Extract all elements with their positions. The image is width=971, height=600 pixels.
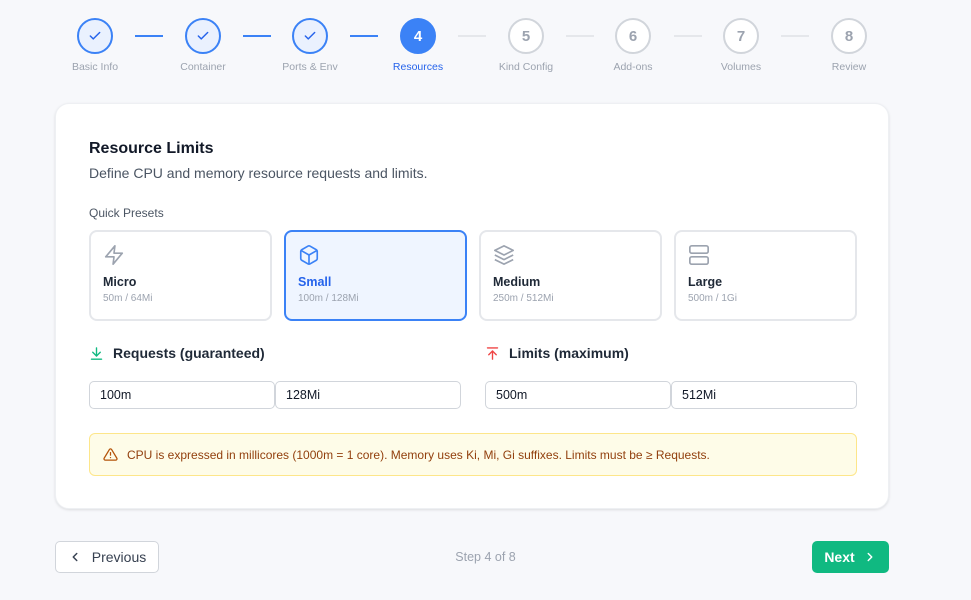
step-3-circle bbox=[292, 18, 328, 54]
preset-small[interactable]: Small 100m / 128Mi bbox=[284, 230, 467, 321]
check-icon bbox=[197, 31, 209, 40]
preset-medium[interactable]: Medium 250m / 512Mi bbox=[479, 230, 662, 321]
presets-label: Quick Presets bbox=[89, 206, 164, 220]
check-icon bbox=[89, 31, 101, 40]
limits-cpu-input[interactable] bbox=[485, 381, 671, 409]
step-add-ons[interactable]: 6 Add-ons bbox=[578, 18, 688, 73]
card-title: Resource Limits bbox=[89, 140, 214, 157]
server-icon bbox=[689, 245, 709, 265]
preset-large[interactable]: Large 500m / 1Gi bbox=[674, 230, 857, 321]
requests-heading: Requests (guaranteed) bbox=[89, 345, 265, 361]
preset-name: Medium bbox=[493, 275, 541, 289]
step-7-circle: 7 bbox=[723, 18, 759, 54]
step-8-circle: 8 bbox=[831, 18, 867, 54]
next-button[interactable]: Next bbox=[812, 541, 889, 573]
requests-heading-text: Requests (guaranteed) bbox=[113, 345, 265, 361]
preset-name: Small bbox=[298, 275, 332, 289]
step-volumes[interactable]: 7 Volumes bbox=[686, 18, 796, 73]
layers-icon bbox=[494, 245, 514, 265]
step-label: Kind Config bbox=[498, 61, 554, 73]
step-2-circle bbox=[185, 18, 221, 54]
preset-name: Large bbox=[688, 275, 723, 289]
step-label: Review bbox=[831, 61, 867, 73]
step-label: Volumes bbox=[720, 61, 762, 73]
limits-memory-input[interactable] bbox=[671, 381, 857, 409]
limits-heading: Limits (maximum) bbox=[485, 345, 629, 361]
step-resources[interactable]: 4 Resources bbox=[363, 18, 473, 73]
step-kind-config[interactable]: 5 Kind Config bbox=[471, 18, 581, 73]
requests-memory-input[interactable] bbox=[275, 381, 461, 409]
step-label: Container bbox=[180, 61, 226, 73]
requests-cpu-input[interactable] bbox=[89, 381, 275, 409]
step-label: Add-ons bbox=[613, 61, 653, 73]
limits-heading-text: Limits (maximum) bbox=[509, 345, 629, 361]
step-1-circle bbox=[77, 18, 113, 54]
step-label: Resources bbox=[392, 61, 444, 73]
step-container[interactable]: Container bbox=[148, 18, 258, 73]
wizard-stepper: Basic Info Container Ports & Env 4 Resou… bbox=[0, 0, 971, 90]
step-ports-env[interactable]: Ports & Env bbox=[255, 18, 365, 73]
next-button-label: Next bbox=[824, 549, 855, 565]
check-icon bbox=[304, 31, 316, 40]
card-subtitle: Define CPU and memory resource requests … bbox=[89, 165, 428, 181]
resource-limits-card: Resource Limits Define CPU and memory re… bbox=[55, 103, 889, 509]
step-basic-info[interactable]: Basic Info bbox=[40, 18, 150, 73]
preset-value: 500m / 1Gi bbox=[688, 293, 737, 304]
warning-notice-text: CPU is expressed in millicores (1000m = … bbox=[127, 447, 710, 462]
preset-name: Micro bbox=[103, 275, 137, 289]
step-6-circle: 6 bbox=[615, 18, 651, 54]
box-icon bbox=[299, 245, 319, 265]
chevron-right-icon bbox=[867, 552, 873, 562]
preset-value: 100m / 128Mi bbox=[298, 293, 359, 304]
warning-notice: CPU is expressed in millicores (1000m = … bbox=[89, 433, 857, 476]
preset-micro[interactable]: Micro 50m / 64Mi bbox=[89, 230, 272, 321]
step-5-circle: 5 bbox=[508, 18, 544, 54]
step-label: Ports & Env bbox=[282, 61, 338, 73]
arrow-down-icon bbox=[90, 346, 103, 360]
preset-value: 250m / 512Mi bbox=[493, 293, 554, 304]
lightning-icon bbox=[104, 245, 124, 265]
arrow-up-icon bbox=[486, 346, 499, 360]
step-review[interactable]: 8 Review bbox=[794, 18, 904, 73]
warning-icon bbox=[103, 448, 118, 461]
step-label: Basic Info bbox=[71, 61, 119, 73]
step-4-circle: 4 bbox=[400, 18, 436, 54]
preset-value: 50m / 64Mi bbox=[103, 293, 153, 304]
